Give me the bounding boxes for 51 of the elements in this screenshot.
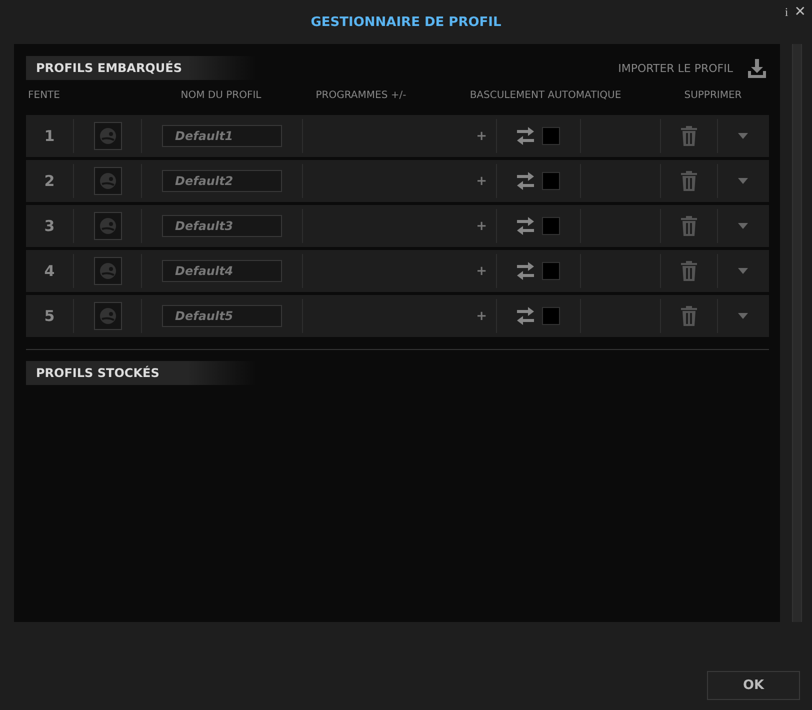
column-header: SUPPRIMER: [683, 90, 743, 101]
profile-name-field[interactable]: Default3: [162, 215, 282, 237]
info-button[interactable]: i: [784, 4, 788, 20]
import-link[interactable]: IMPORTER LE PROFIL: [618, 62, 733, 74]
column-header: BASCULEMENT AUTOMATIQUE: [468, 90, 622, 101]
profile-icon[interactable]: [94, 212, 122, 240]
caret-icon[interactable]: [738, 223, 748, 229]
add-program-button[interactable]: +: [476, 218, 487, 234]
auto-switch-checkbox[interactable]: [542, 262, 560, 280]
trash-icon[interactable]: [681, 306, 697, 326]
swap-arrows-icon: [517, 307, 534, 325]
caret-icon[interactable]: [738, 133, 748, 139]
column-header: NOM DU PROFIL: [180, 90, 262, 101]
swap-arrows-icon: [517, 127, 534, 145]
close-button[interactable]: ✕: [794, 4, 806, 20]
auto-switch-checkbox[interactable]: [542, 217, 560, 235]
download-icon[interactable]: [747, 58, 767, 78]
profile-icon[interactable]: [94, 257, 122, 285]
column-header: PROGRAMMES +/-: [314, 90, 408, 101]
trash-icon[interactable]: [681, 126, 697, 146]
ok-button[interactable]: OK: [707, 671, 800, 700]
auto-switch-checkbox[interactable]: [542, 172, 560, 190]
caret-icon[interactable]: [738, 178, 748, 184]
window-title: GESTIONNAIRE DE PROFIL: [310, 14, 502, 30]
slot-number: 5: [44, 307, 55, 325]
add-program-button[interactable]: +: [476, 174, 487, 188]
trash-icon[interactable]: [681, 171, 697, 191]
slot-number: 3: [44, 217, 55, 235]
profile-icon[interactable]: [94, 302, 122, 330]
swap-arrows-icon: [517, 217, 534, 235]
caret-icon[interactable]: [738, 313, 748, 319]
add-program-button[interactable]: +: [476, 308, 487, 324]
caret-icon[interactable]: [738, 268, 748, 274]
auto-switch-checkbox[interactable]: [542, 307, 560, 325]
profile-icon[interactable]: [94, 122, 122, 150]
column-header: FENTE: [28, 90, 61, 101]
profile-name-field[interactable]: Default4: [162, 260, 282, 282]
profile-icon[interactable]: [94, 167, 122, 195]
slot-number: 1: [44, 127, 55, 145]
swap-arrows-icon: [517, 172, 534, 190]
trash-icon[interactable]: [681, 261, 697, 281]
profile-name-field[interactable]: Default5: [162, 305, 282, 327]
slot-number: 4: [44, 262, 55, 280]
auto-switch-checkbox[interactable]: [542, 127, 560, 145]
trash-icon[interactable]: [681, 216, 697, 236]
profile-name-field[interactable]: Default2: [162, 170, 282, 192]
add-program-button[interactable]: +: [476, 128, 487, 144]
profile-name-field[interactable]: Default1: [162, 125, 282, 147]
add-program-button[interactable]: +: [476, 264, 487, 278]
slot-number: 2: [44, 172, 55, 190]
swap-arrows-icon: [517, 262, 534, 280]
